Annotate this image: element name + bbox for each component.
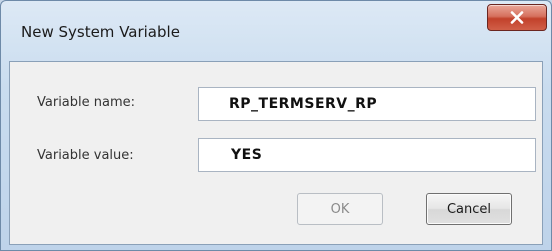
close-button[interactable]: [487, 4, 547, 31]
cancel-button[interactable]: Cancel: [426, 193, 512, 225]
variable-name-input[interactable]: RP_TERMSERV_RP: [198, 87, 536, 121]
variable-value-label: Variable value:: [37, 148, 134, 163]
close-icon: [510, 11, 524, 24]
dialog-body: Variable name: RP_TERMSERV_RP Variable v…: [9, 61, 543, 245]
ok-button[interactable]: OK: [297, 193, 383, 225]
window-title: New System Variable: [21, 23, 180, 41]
dialog-window: New System Variable Variable name: RP_TE…: [0, 0, 552, 251]
variable-name-label: Variable name:: [37, 95, 136, 110]
variable-value-input[interactable]: YES: [198, 138, 536, 172]
